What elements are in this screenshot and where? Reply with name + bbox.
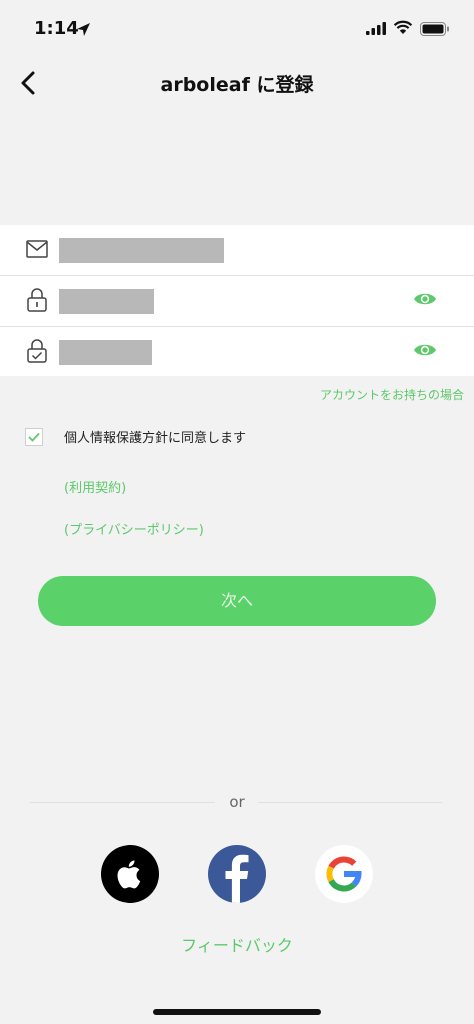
checkmark-icon: [28, 432, 40, 442]
divider-right: [258, 802, 442, 803]
lock-check-icon: [27, 339, 47, 363]
mail-icon: [26, 240, 48, 258]
password-field[interactable]: [59, 289, 154, 314]
lock-icon: [27, 288, 47, 312]
status-bar: 1:14: [0, 0, 474, 60]
google-icon: [326, 856, 362, 892]
facebook-login-button[interactable]: [208, 845, 266, 903]
apple-icon: [117, 860, 141, 889]
email-field[interactable]: [59, 238, 224, 263]
wifi-icon: [393, 20, 413, 34]
registration-form: [0, 225, 474, 376]
cellular-signal-icon: [366, 22, 386, 35]
feedback-link[interactable]: フィードバック: [0, 932, 474, 956]
location-arrow-icon: [77, 23, 90, 36]
email-row: [0, 225, 474, 275]
show-password-icon[interactable]: [413, 291, 437, 307]
agree-label: 個人情報保護方針に同意します: [64, 431, 247, 446]
google-login-button[interactable]: [315, 845, 373, 903]
status-time: 1:14: [34, 18, 79, 39]
confirm-password-row: [0, 326, 474, 376]
terms-link[interactable]: (利用契約): [64, 477, 126, 496]
have-account-link[interactable]: アカウントをお持ちの場合: [320, 386, 464, 403]
show-confirm-password-icon[interactable]: [413, 342, 437, 358]
next-button[interactable]: 次へ: [38, 576, 436, 626]
page-title: arboleaf に登録: [160, 74, 314, 96]
password-row: [0, 275, 474, 326]
confirm-password-field[interactable]: [59, 340, 152, 365]
facebook-icon: [225, 854, 249, 903]
apple-login-button[interactable]: [101, 845, 159, 903]
battery-icon: [420, 22, 449, 36]
privacy-policy-link[interactable]: (プライバシーポリシー): [64, 519, 204, 538]
agree-checkbox[interactable]: [25, 428, 43, 446]
home-indicator: [153, 1009, 321, 1015]
